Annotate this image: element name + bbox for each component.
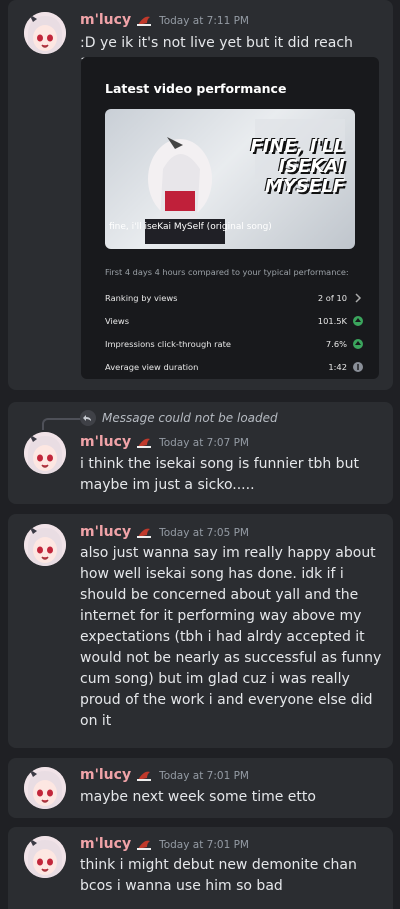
embed-subtitle: First 4 days 4 hours compared to your ty…	[105, 267, 349, 277]
reply-connector	[42, 418, 82, 430]
username[interactable]: m'lucy	[80, 836, 131, 852]
message-text: i think the isekai song is funnier tbh b…	[80, 456, 359, 493]
role-icon	[137, 840, 152, 850]
message-header: m'lucy Today at 7:11 PM	[80, 12, 249, 28]
reply-icon	[80, 410, 96, 426]
role-icon	[137, 771, 152, 781]
avatar[interactable]	[24, 12, 66, 54]
message-text: maybe next week some time etto	[80, 789, 316, 805]
neutral-icon	[353, 362, 363, 372]
message: m'lucy Today at 7:01 PM maybe next week …	[8, 758, 393, 818]
stat-value: 7.6%	[325, 339, 347, 349]
timestamp[interactable]: Today at 7:11 PM	[159, 15, 249, 27]
stat-label: Views	[105, 316, 130, 326]
message: m'lucy Today at 7:01 PM think i might de…	[8, 827, 393, 909]
video-title: fine, i'll iseKai MySelf (original song)	[109, 222, 272, 232]
embed-title: Latest video performance	[105, 81, 287, 96]
stat-row[interactable]: Average view duration 1:42	[105, 362, 363, 372]
message: m'lucy Today at 7:11 PM :D ye ik it's no…	[8, 0, 393, 390]
message-header: m'lucy Today at 7:07 PM	[80, 434, 249, 450]
avatar[interactable]	[24, 767, 66, 809]
message-header: m'lucy Today at 7:01 PM	[80, 836, 249, 852]
username[interactable]: m'lucy	[80, 12, 131, 28]
message: m'lucy Today at 7:05 PM also just wanna …	[8, 514, 393, 748]
username[interactable]: m'lucy	[80, 767, 131, 783]
stat-row[interactable]: Impressions click-through rate 7.6%	[105, 339, 363, 349]
stat-value: 2 of 10	[317, 293, 347, 303]
stat-value: 101.5K	[317, 316, 347, 326]
message: Message could not be loaded m'lucy Today…	[8, 402, 393, 504]
timestamp[interactable]: Today at 7:01 PM	[159, 839, 249, 851]
reply-text: Message could not be loaded	[102, 411, 278, 425]
up-arrow-icon	[353, 316, 363, 326]
role-icon	[137, 528, 152, 538]
stat-value: 1:42	[328, 362, 347, 372]
video-thumbnail[interactable]: FINE, I'LL ISEKAI MYSELF fine, i'll iseK…	[105, 109, 355, 249]
avatar[interactable]	[24, 836, 66, 878]
timestamp[interactable]: Today at 7:05 PM	[159, 527, 249, 539]
embed-card[interactable]: Latest video performance FINE, I'LL ISEK…	[81, 57, 379, 379]
role-icon	[137, 438, 152, 448]
stat-row[interactable]: Ranking by views 2 of 10	[105, 293, 363, 303]
stat-label: Average view duration	[105, 362, 199, 372]
up-arrow-icon	[353, 339, 363, 349]
stat-label: Ranking by views	[105, 293, 178, 303]
message-text: think i might debut new demonite chan bc…	[80, 857, 357, 894]
message-text: also just wanna say im really happy abou…	[80, 545, 382, 729]
role-icon	[137, 16, 152, 26]
avatar[interactable]	[24, 432, 66, 474]
username[interactable]: m'lucy	[80, 434, 131, 450]
stat-label: Impressions click-through rate	[105, 339, 231, 349]
username[interactable]: m'lucy	[80, 524, 131, 540]
stat-row[interactable]: Views 101.5K	[105, 316, 363, 326]
timestamp[interactable]: Today at 7:07 PM	[159, 437, 249, 449]
message-header: m'lucy Today at 7:01 PM	[80, 767, 249, 783]
message-header: m'lucy Today at 7:05 PM	[80, 524, 249, 540]
reply-reference[interactable]: Message could not be loaded	[80, 410, 278, 426]
chevron-right-icon	[355, 293, 362, 303]
timestamp[interactable]: Today at 7:01 PM	[159, 770, 249, 782]
thumbnail-title: FINE, I'LL ISEKAI MYSELF	[250, 136, 345, 197]
avatar[interactable]	[24, 524, 66, 566]
